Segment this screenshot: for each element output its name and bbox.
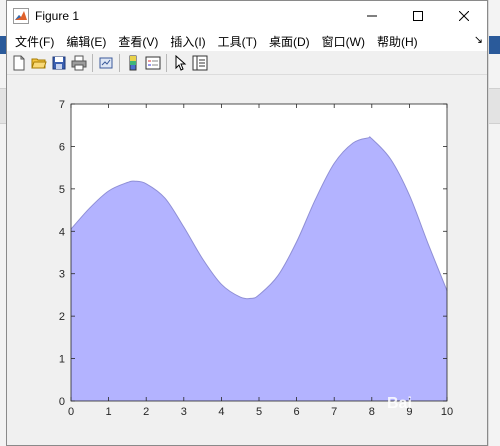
x-tick-label: 8 — [369, 406, 375, 418]
close-icon — [459, 11, 469, 21]
open-file-button[interactable] — [29, 53, 49, 73]
toolbar-separator — [119, 53, 120, 72]
y-tick-label: 1 — [59, 354, 65, 366]
x-tick-label: 6 — [294, 406, 300, 418]
x-tick-label: 4 — [218, 406, 224, 418]
menu-bar: 文件(F) 编辑(E) 查看(V) 插入(I) 工具(T) 桌面(D) 窗口(W) 帮助(H)… — [7, 31, 487, 51]
figure-toolbar — [7, 51, 487, 75]
save-icon — [52, 56, 66, 69]
open-file-icon — [31, 58, 47, 68]
close-button[interactable] — [441, 1, 487, 31]
minimize-button[interactable] — [349, 1, 395, 31]
new-figure-icon — [13, 55, 25, 70]
plot-area[interactable]: 0 1 2 3 4 5 6 7 8 9 1001234567 — [7, 77, 487, 445]
y-tick-label: 0 — [59, 396, 65, 408]
save-button[interactable] — [49, 53, 69, 73]
x-tick-label: 7 — [331, 406, 337, 418]
property-inspector-icon — [192, 55, 208, 70]
y-tick-label: 4 — [59, 226, 65, 238]
x-tick-label: 1 — [106, 406, 112, 418]
figure-canvas: 0 1 2 3 4 5 6 7 8 9 10 0 1 2 3 4 5 6 7 Bai — [7, 77, 487, 445]
menu-edit[interactable]: 编辑(E) — [60, 33, 112, 50]
menu-desktop[interactable]: 桌面(D) — [263, 33, 316, 50]
print-button[interactable] — [69, 53, 89, 73]
y-tick-label: 5 — [59, 184, 65, 196]
link-plot-icon — [99, 57, 113, 68]
x-tick-label: 0 — [68, 406, 74, 418]
figure-window: Figure 1 文件(F) 编辑(E) 查看(V) 插入(I) 工具(T) 桌面(D) 窗… — [6, 0, 488, 446]
y-tick-label: 2 — [59, 311, 65, 323]
menu-view[interactable]: 查看(V) — [112, 33, 164, 50]
menu-help[interactable]: 帮助(H) — [371, 33, 424, 50]
insert-colorbar-button[interactable] — [123, 53, 143, 73]
minimize-icon — [367, 15, 377, 17]
maximize-icon — [413, 11, 423, 21]
toolbar-separator — [92, 53, 93, 72]
print-icon — [71, 55, 87, 70]
menu-overflow-arrow-icon[interactable]: ↘ — [474, 33, 483, 46]
background-window-right-edge — [488, 0, 500, 446]
new-figure-button[interactable] — [9, 53, 29, 73]
toolbar-separator — [166, 53, 167, 72]
menu-insert[interactable]: 插入(I) — [164, 33, 211, 50]
menu-window[interactable]: 窗口(W) — [316, 33, 371, 50]
edit-plot-arrow-button[interactable] — [170, 53, 190, 73]
watermark-logo: Bai — [387, 395, 412, 412]
x-tick-label: 10 — [441, 406, 453, 418]
matlab-logo-icon — [13, 8, 29, 24]
property-inspector-button[interactable] — [190, 53, 210, 73]
insert-legend-button[interactable] — [143, 53, 163, 73]
window-title: Figure 1 — [35, 9, 80, 23]
title-bar[interactable]: Figure 1 — [7, 1, 487, 31]
link-plot-button[interactable] — [96, 53, 116, 73]
y-tick-label: 3 — [59, 269, 65, 281]
insert-colorbar-icon — [129, 55, 137, 70]
menu-tools[interactable]: 工具(T) — [212, 33, 263, 50]
x-tick-label: 5 — [256, 406, 262, 418]
y-tick-label: 6 — [59, 141, 65, 153]
x-tick-label: 3 — [181, 406, 187, 418]
edit-plot-arrow-icon — [175, 54, 187, 71]
x-tick-label: 2 — [143, 406, 149, 418]
menu-file[interactable]: 文件(F) — [9, 33, 60, 50]
insert-legend-icon — [145, 56, 161, 69]
y-tick-label: 7 — [59, 99, 65, 111]
maximize-button[interactable] — [395, 1, 441, 31]
